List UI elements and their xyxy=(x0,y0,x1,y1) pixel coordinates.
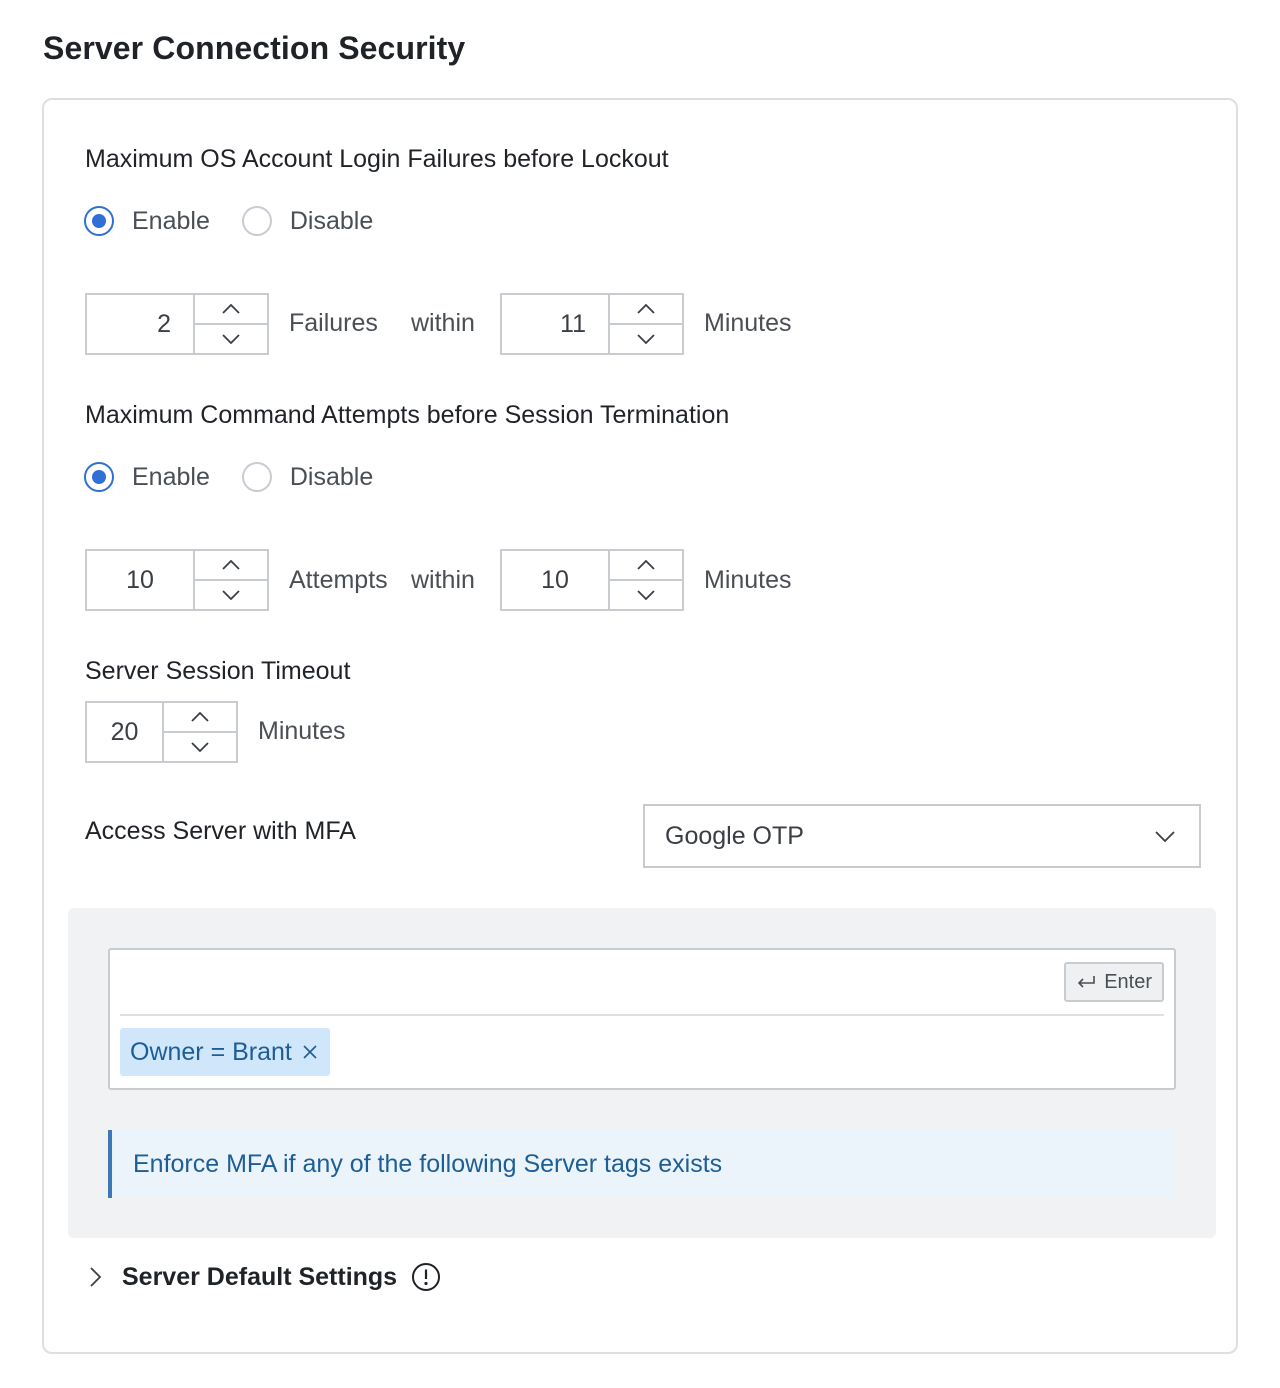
session-timeout-label: Server Session Timeout xyxy=(85,657,351,685)
command-attempts-disable-radio[interactable] xyxy=(241,462,272,492)
login-failures-minutes-stepper[interactable]: 11 xyxy=(500,293,684,355)
chevron-up-icon xyxy=(222,560,240,570)
chevron-down-icon xyxy=(637,590,655,600)
chevron-right-icon xyxy=(90,1267,102,1287)
login-failures-count-value[interactable]: 2 xyxy=(87,295,193,353)
settings-card: Maximum OS Account Login Failures before… xyxy=(42,98,1238,1354)
command-attempts-radio-group: Enable Disable xyxy=(84,459,405,495)
command-attempts-minutes-stepper[interactable]: 10 xyxy=(500,549,684,611)
close-icon xyxy=(303,1045,317,1059)
tag-chip: Owner = Brant xyxy=(120,1028,330,1076)
decrement-button[interactable] xyxy=(610,323,682,353)
increment-button[interactable] xyxy=(164,703,236,731)
increment-button[interactable] xyxy=(195,295,267,323)
login-failures-enable-label[interactable]: Enable xyxy=(132,207,210,236)
login-failures-radio-group: Enable Disable xyxy=(84,203,405,239)
chevron-up-icon xyxy=(222,304,240,314)
decrement-button[interactable] xyxy=(195,323,267,353)
page-title: Server Connection Security xyxy=(43,30,466,66)
tag-divider xyxy=(120,1014,1164,1016)
login-failures-count-stepper[interactable]: 2 xyxy=(85,293,269,355)
session-timeout-stepper[interactable]: 20 xyxy=(85,701,238,763)
chevron-up-icon xyxy=(637,560,655,570)
chevron-down-icon xyxy=(1155,830,1175,842)
login-failures-enable-radio[interactable] xyxy=(84,206,114,236)
command-attempts-label: Maximum Command Attempts before Session … xyxy=(85,401,730,429)
enter-button-label: Enter xyxy=(1104,970,1152,993)
tag-input[interactable] xyxy=(120,960,1064,1008)
login-failures-disable-radio[interactable] xyxy=(241,206,272,236)
chevron-down-icon xyxy=(222,334,240,344)
login-failures-label: Maximum OS Account Login Failures before… xyxy=(85,145,669,173)
increment-button[interactable] xyxy=(610,551,682,579)
session-timeout-unit: Minutes xyxy=(258,717,346,745)
mfa-tags-panel: Enter Owner = Brant Enforce MFA if any o… xyxy=(68,908,1216,1238)
command-attempts-enable-label[interactable]: Enable xyxy=(132,463,210,492)
mfa-method-selected-value: Google OTP xyxy=(665,821,804,850)
chevron-down-icon xyxy=(222,590,240,600)
login-failures-within-label: within xyxy=(411,309,475,337)
chevron-down-icon xyxy=(637,334,655,344)
remove-tag-button[interactable] xyxy=(302,1044,318,1060)
chevron-up-icon xyxy=(637,304,655,314)
command-attempts-count-unit: Attempts xyxy=(289,566,388,594)
command-attempts-enable-radio[interactable] xyxy=(84,462,114,492)
enter-return-icon xyxy=(1078,976,1095,988)
command-attempts-count-value[interactable]: 10 xyxy=(87,551,193,609)
command-attempts-within-label: within xyxy=(411,566,475,594)
enter-button[interactable]: Enter xyxy=(1064,962,1164,1002)
server-default-settings-toggle[interactable]: Server Default Settings xyxy=(90,1262,441,1292)
tag-input-box: Enter Owner = Brant xyxy=(108,948,1176,1090)
info-circle-icon[interactable] xyxy=(411,1262,441,1292)
stepper-arrows xyxy=(608,551,682,609)
decrement-button[interactable] xyxy=(610,579,682,609)
command-attempts-minutes-value[interactable]: 10 xyxy=(502,551,608,609)
stepper-arrows xyxy=(162,703,236,761)
mfa-label: Access Server with MFA xyxy=(85,817,356,845)
server-default-settings-title: Server Default Settings xyxy=(122,1262,398,1291)
stepper-arrows xyxy=(193,295,267,353)
command-attempts-minutes-unit: Minutes xyxy=(704,566,792,594)
decrement-button[interactable] xyxy=(164,731,236,761)
chevron-down-icon xyxy=(191,742,209,752)
increment-button[interactable] xyxy=(195,551,267,579)
stepper-arrows xyxy=(193,551,267,609)
login-failures-count-unit: Failures xyxy=(289,309,378,337)
increment-button[interactable] xyxy=(610,295,682,323)
decrement-button[interactable] xyxy=(195,579,267,609)
chevron-up-icon xyxy=(191,712,209,722)
tag-chip-label: Owner = Brant xyxy=(130,1037,292,1066)
login-failures-minutes-unit: Minutes xyxy=(704,309,792,337)
command-attempts-disable-label[interactable]: Disable xyxy=(290,463,373,492)
login-failures-minutes-value[interactable]: 11 xyxy=(502,295,608,353)
stepper-arrows xyxy=(608,295,682,353)
session-timeout-value[interactable]: 20 xyxy=(87,703,162,761)
login-failures-disable-label[interactable]: Disable xyxy=(290,207,373,236)
mfa-info-note: Enforce MFA if any of the following Serv… xyxy=(108,1130,1176,1198)
command-attempts-count-stepper[interactable]: 10 xyxy=(85,549,269,611)
mfa-method-select[interactable]: Google OTP xyxy=(643,804,1201,868)
